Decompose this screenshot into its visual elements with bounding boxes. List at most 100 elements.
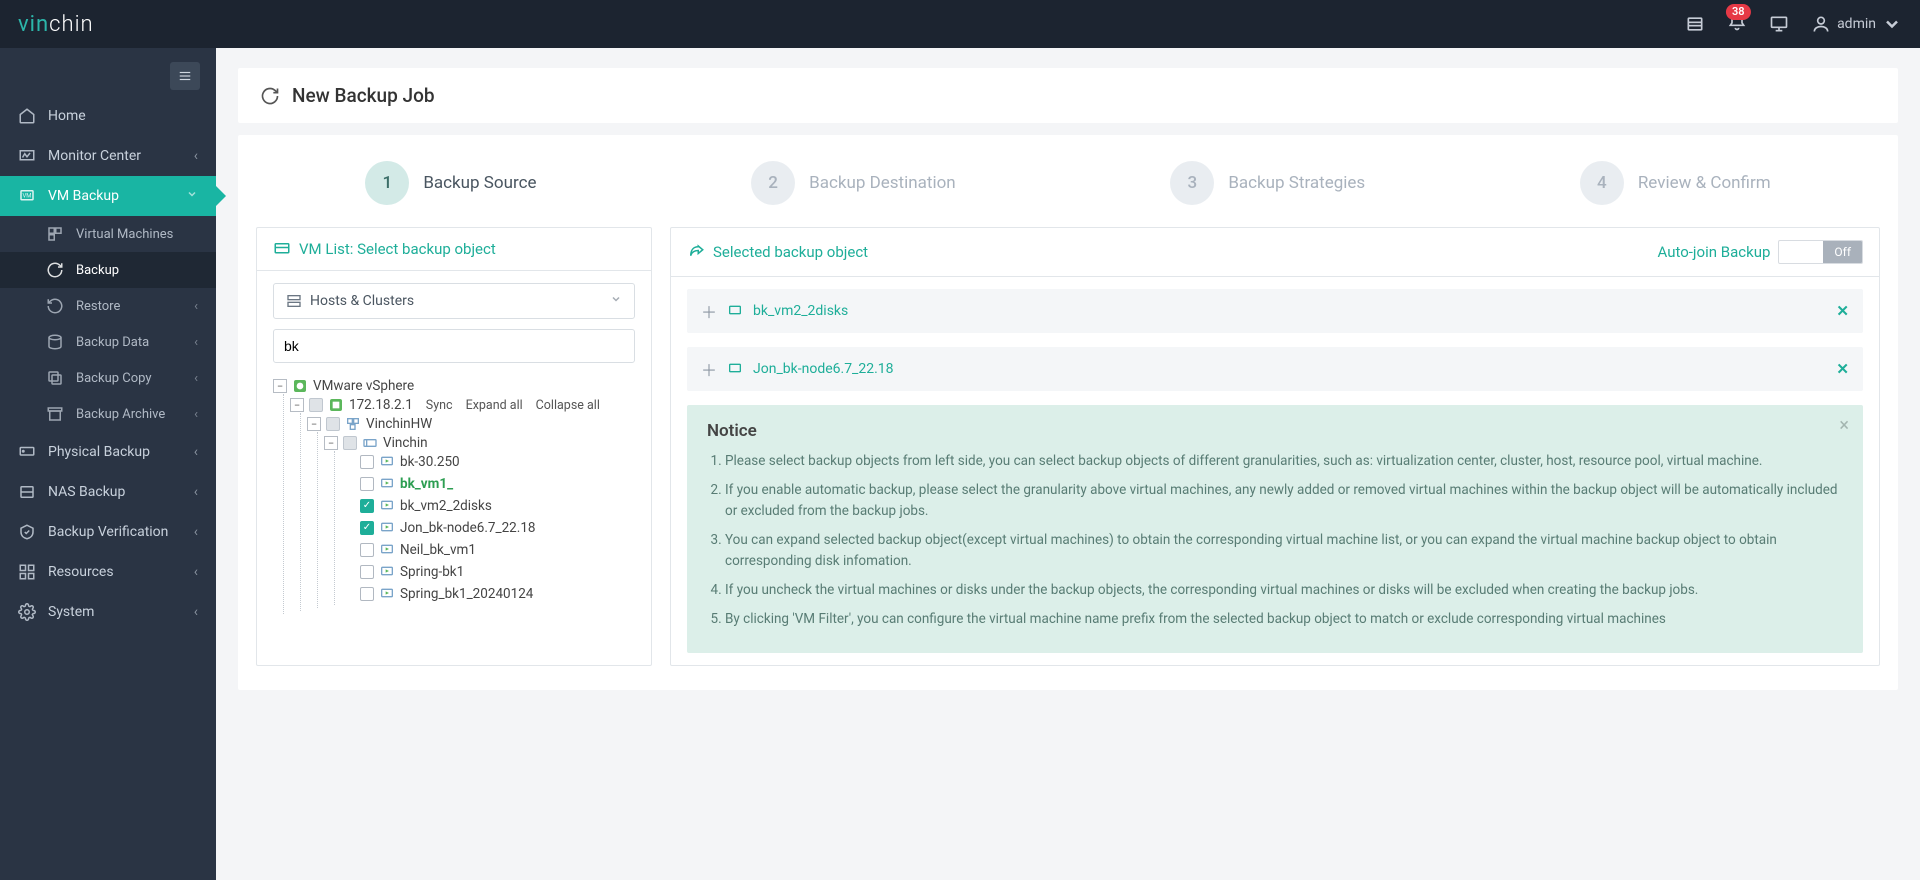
sidebar-sub-vms[interactable]: Virtual Machines	[0, 216, 216, 252]
tree-node-host[interactable]: 172.18.2.1	[349, 397, 413, 413]
checkbox[interactable]	[360, 455, 374, 469]
restore-icon	[46, 297, 64, 315]
vm-node-icon	[379, 454, 395, 470]
monitor-icon[interactable]	[1769, 14, 1789, 34]
sidebar-item-nas[interactable]: NAS Backup‹	[0, 472, 216, 512]
tree-action-sync[interactable]: Sync	[426, 398, 453, 413]
sidebar-sub-backupdata[interactable]: Backup Data‹	[0, 324, 216, 360]
checkbox[interactable]	[360, 477, 374, 491]
expand-item[interactable]: ＋	[701, 357, 717, 381]
tree-node-cluster[interactable]: VinchinHW	[366, 416, 432, 432]
step-3[interactable]: 3Backup Strategies	[1170, 161, 1365, 205]
tree-node-vm[interactable]: Spring_bk1_20240124	[400, 586, 533, 602]
notifications-badge: 38	[1726, 4, 1751, 20]
tree-node-vm[interactable]: bk_vm1_	[400, 476, 453, 492]
sidebar-sub-archive[interactable]: Backup Archive‹	[0, 396, 216, 432]
chevron-left-icon: ‹	[194, 444, 198, 460]
chevron-left-icon: ‹	[194, 299, 198, 314]
sidebar-item-label: Resources	[48, 564, 114, 580]
remove-item[interactable]: ✕	[1836, 360, 1849, 378]
list-icon[interactable]	[1685, 14, 1705, 34]
sidebar-item-system[interactable]: System‹	[0, 592, 216, 632]
tree-node-vm[interactable]: Spring-bk1	[400, 564, 464, 580]
card-title: Selected backup object	[713, 243, 868, 261]
nas-icon	[18, 483, 36, 501]
sidebar-item-physical[interactable]: Physical Backup‹	[0, 432, 216, 472]
tree-node-vm[interactable]: bk-30.250	[400, 454, 460, 470]
step-4[interactable]: 4Review & Confirm	[1580, 161, 1771, 205]
user-menu[interactable]: admin	[1811, 14, 1902, 34]
cluster-icon	[345, 416, 361, 432]
sidebar-sub-backup[interactable]: Backup	[0, 252, 216, 288]
checkbox[interactable]	[360, 565, 374, 579]
tree-node-vm[interactable]: Neil_bk_vm1	[400, 542, 476, 558]
notice-item: You can expand selected backup object(ex…	[725, 530, 1843, 572]
brand-logo: vinchin	[18, 12, 94, 37]
checkbox[interactable]	[360, 587, 374, 601]
sidebar-sub-backupcopy[interactable]: Backup Copy‹	[0, 360, 216, 396]
step-label: Backup Source	[423, 173, 536, 193]
sidebar-item-label: Virtual Machines	[76, 227, 173, 242]
tree-node-root[interactable]: VMware vSphere	[313, 378, 414, 394]
archive-icon	[46, 405, 64, 423]
vm-list-header: VM List: Select backup object	[257, 228, 651, 271]
sidebar-item-label: Restore	[76, 299, 120, 314]
sidebar-sub-restore[interactable]: Restore ‹	[0, 288, 216, 324]
tree-leaf	[341, 565, 355, 579]
sidebar-item-home[interactable]: Home	[0, 96, 216, 136]
tree-collapse[interactable]: −	[273, 379, 287, 393]
sidebar-item-verify[interactable]: Backup Verification‹	[0, 512, 216, 552]
tree-action-expand[interactable]: Expand all	[466, 398, 523, 413]
view-select[interactable]: Hosts & Clusters	[273, 283, 635, 319]
checkbox[interactable]	[326, 417, 340, 431]
tree-action-collapse[interactable]: Collapse all	[536, 398, 600, 413]
sidebar-item-label: Monitor Center	[48, 148, 141, 164]
sidebar-toggle[interactable]	[170, 62, 200, 90]
expand-item[interactable]: ＋	[701, 299, 717, 323]
chevron-left-icon: ‹	[194, 407, 198, 422]
switch-off-label: Off	[1823, 241, 1862, 263]
tree-leaf	[341, 499, 355, 513]
database-icon	[46, 333, 64, 351]
vm-node-icon	[379, 542, 395, 558]
step-number: 4	[1580, 161, 1624, 205]
tree-node-vm[interactable]: Jon_bk-node6.7_22.18	[400, 520, 536, 536]
sidebar-item-vmbackup[interactable]: VMVM Backup	[0, 176, 216, 216]
checkbox[interactable]	[360, 543, 374, 557]
sidebar-item-resources[interactable]: Resources‹	[0, 552, 216, 592]
user-icon	[1811, 14, 1831, 34]
checkbox[interactable]	[343, 436, 357, 450]
brand-accent: vin	[18, 12, 49, 37]
checkbox[interactable]	[309, 398, 323, 412]
selected-item: ＋ Jon_bk-node6.7_22.18 ✕	[687, 347, 1863, 391]
chevron-left-icon: ‹	[194, 604, 198, 620]
tree-node-pool[interactable]: Vinchin	[383, 435, 428, 451]
checkbox-checked[interactable]	[360, 521, 374, 535]
selected-objects-card: Selected backup object Auto-join Backup …	[670, 227, 1880, 666]
selected-header: Selected backup object Auto-join Backup …	[671, 228, 1879, 277]
selected-item-name[interactable]: bk_vm2_2disks	[753, 303, 848, 319]
notice-panel: × Notice Please select backup objects fr…	[687, 405, 1863, 653]
tree-collapse[interactable]: −	[290, 398, 304, 412]
vm-node-icon	[379, 476, 395, 492]
brand-rest: chin	[49, 12, 93, 37]
tree-node-vm[interactable]: bk_vm2_2disks	[400, 498, 492, 514]
vm-node-icon	[379, 586, 395, 602]
checkbox-checked[interactable]	[360, 499, 374, 513]
notifications-button[interactable]: 38	[1727, 12, 1747, 36]
step-number: 2	[751, 161, 795, 205]
autojoin-toggle[interactable]: Off	[1778, 240, 1863, 264]
step-label: Backup Destination	[809, 173, 956, 193]
chevron-left-icon: ‹	[194, 524, 198, 540]
close-notice[interactable]: ×	[1839, 415, 1849, 436]
search-input[interactable]	[273, 329, 635, 363]
selected-item-name[interactable]: Jon_bk-node6.7_22.18	[753, 361, 894, 377]
card-title: VM List: Select backup object	[299, 240, 496, 258]
sidebar-item-monitor[interactable]: Monitor Center‹	[0, 136, 216, 176]
vm-node-icon	[379, 520, 395, 536]
tree-collapse[interactable]: −	[307, 417, 321, 431]
step-2[interactable]: 2 Backup Destination	[751, 161, 956, 205]
remove-item[interactable]: ✕	[1836, 302, 1849, 320]
tree-collapse[interactable]: −	[324, 436, 338, 450]
step-1[interactable]: 1Backup Source	[365, 161, 536, 205]
